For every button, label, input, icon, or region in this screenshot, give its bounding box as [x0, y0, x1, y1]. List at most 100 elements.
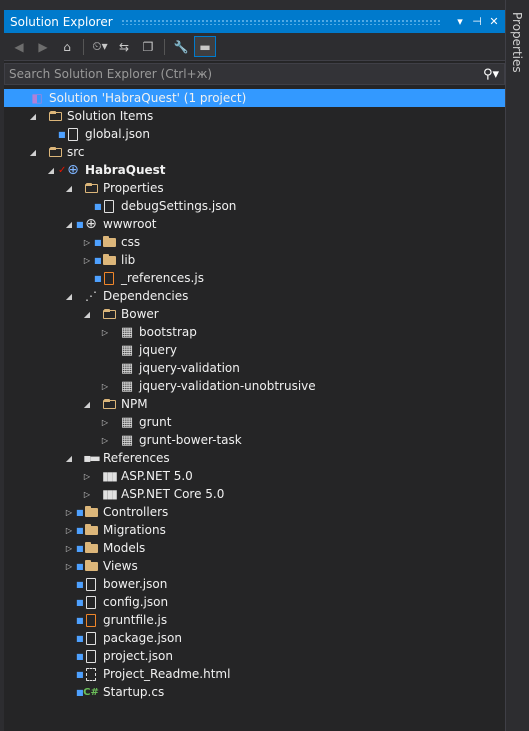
- expand-arrow-icon[interactable]: ▷: [80, 485, 94, 503]
- tree-item[interactable]: ▷ ■ Migrations: [4, 521, 505, 539]
- tree-item-label: ASP.NET Core 5.0: [121, 487, 225, 501]
- tree-item[interactable]: ■ project.json: [4, 647, 505, 665]
- tree-item[interactable]: ▷ ▦ grunt: [4, 413, 505, 431]
- tree-item[interactable]: ■ C# Startup.cs: [4, 683, 505, 701]
- panel-title: Solution Explorer: [10, 14, 113, 29]
- tree-item[interactable]: ▷ ▦ grunt-bower-task: [4, 431, 505, 449]
- collapse-arrow-icon[interactable]: ◢: [62, 287, 76, 305]
- expand-arrow-icon[interactable]: ▷: [98, 323, 112, 341]
- forward-icon[interactable]: ▶: [32, 36, 54, 57]
- expand-arrow-icon[interactable]: ▷: [62, 539, 76, 557]
- tree-item[interactable]: ▷ ▦ bootstrap: [4, 323, 505, 341]
- collapse-arrow-icon[interactable]: ◢: [80, 395, 94, 413]
- collapse-arrow-icon[interactable]: ◢: [26, 107, 40, 125]
- title-bar[interactable]: Solution Explorer ▾ ⊣ ✕: [4, 10, 505, 33]
- tree-item[interactable]: ■ global.json: [4, 125, 505, 143]
- tree-item-label: project.json: [103, 649, 173, 663]
- expand-arrow-icon[interactable]: ▷: [62, 557, 76, 575]
- tree-item[interactable]: ■ gruntfile.js: [4, 611, 505, 629]
- properties-icon[interactable]: 🔧: [170, 36, 192, 57]
- expand-arrow-icon[interactable]: ▷: [80, 251, 94, 269]
- tree-item-label: css: [121, 235, 141, 249]
- package-icon: ▦: [120, 378, 134, 394]
- collapse-arrow-icon[interactable]: ◢: [62, 449, 76, 467]
- expand-arrow-icon[interactable]: ▷: [62, 503, 76, 521]
- expand-arrow-icon[interactable]: ▷: [62, 521, 76, 539]
- tree-item[interactable]: ■ bower.json: [4, 575, 505, 593]
- source-control-lock-icon: ■: [76, 687, 84, 697]
- properties-tab[interactable]: Properties: [510, 12, 524, 73]
- tree-item[interactable]: ▷ ▦ jquery-validation-unobtrusive: [4, 377, 505, 395]
- tree-item[interactable]: ◢ ⋰ Dependencies: [4, 287, 505, 305]
- expand-arrow-icon[interactable]: ▷: [98, 413, 112, 431]
- collapse-arrow-icon[interactable]: ◢: [26, 143, 40, 161]
- preview-icon[interactable]: ▬: [194, 36, 216, 57]
- collapse-arrow-icon[interactable]: ◢: [62, 179, 76, 197]
- toolbar: ◀ ▶ ⌂ ⏲▾ ⇆ ❐ 🔧 ▬: [4, 33, 505, 61]
- tree-item[interactable]: ◢ ▪▬ References: [4, 449, 505, 467]
- assembly-icon: ▮▮▮: [102, 487, 118, 501]
- tree-item[interactable]: ◢ Bower: [4, 305, 505, 323]
- js-file-icon: [101, 270, 117, 286]
- collapse-arrow-icon[interactable]: ◢: [44, 161, 58, 179]
- tree-item[interactable]: ◢ src: [4, 143, 505, 161]
- search-input[interactable]: [5, 66, 478, 82]
- search-box: ⚲▾: [4, 63, 505, 85]
- package-icon: ▦: [120, 324, 134, 340]
- source-control-lock-icon: ■: [76, 597, 84, 607]
- file-icon: [65, 126, 81, 142]
- history-icon[interactable]: ⏲▾: [89, 36, 111, 57]
- expand-arrow-icon[interactable]: ▷: [98, 377, 112, 395]
- toolbar-separator: [164, 38, 165, 55]
- tree-item[interactable]: ■ config.json: [4, 593, 505, 611]
- tree-item-label: jquery-validation: [139, 361, 240, 375]
- folder-icon: [83, 504, 99, 520]
- tree-item[interactable]: ■ debugSettings.json: [4, 197, 505, 215]
- tree-item[interactable]: ■ Project_Readme.html: [4, 665, 505, 683]
- source-control-lock-icon: ■: [58, 129, 66, 139]
- tree-item-label: References: [103, 451, 170, 465]
- auto-hide-pin-icon[interactable]: ⊣: [470, 15, 484, 28]
- tree-item[interactable]: ◢ ■ ⊕ wwwroot: [4, 215, 505, 233]
- tree-item[interactable]: ▷ ■ Controllers: [4, 503, 505, 521]
- back-icon[interactable]: ◀: [8, 36, 30, 57]
- source-control-lock-icon: ■: [76, 525, 84, 535]
- tree-item[interactable]: ◢ NPM: [4, 395, 505, 413]
- expand-arrow-icon[interactable]: ▷: [98, 431, 112, 449]
- tree-item[interactable]: ▦ jquery-validation: [4, 359, 505, 377]
- tree-item[interactable]: ▷ ▮▮▮ ASP.NET 5.0: [4, 467, 505, 485]
- html-file-icon: [83, 666, 99, 682]
- tree-item-label: gruntfile.js: [103, 613, 168, 627]
- tree-item-label: jquery: [139, 343, 177, 357]
- tree-item[interactable]: ▷ ■ lib: [4, 251, 505, 269]
- window-position-dropdown-icon[interactable]: ▾: [453, 15, 467, 28]
- close-icon[interactable]: ✕: [487, 15, 501, 28]
- tree-item[interactable]: ▷ ■ css: [4, 233, 505, 251]
- tree-item[interactable]: ◢ ✓ ⊕ HabraQuest: [4, 161, 505, 179]
- tree-item[interactable]: ■ _references.js: [4, 269, 505, 287]
- tree-item[interactable]: ▦ jquery: [4, 341, 505, 359]
- tree-item-label: global.json: [85, 127, 150, 141]
- tree-item[interactable]: ◢ Properties: [4, 179, 505, 197]
- tree-item[interactable]: ▷ ■ Views: [4, 557, 505, 575]
- home-icon[interactable]: ⌂: [56, 36, 78, 57]
- collapse-all-icon[interactable]: ❐: [137, 36, 159, 57]
- collapse-arrow-icon[interactable]: ◢: [62, 215, 76, 233]
- tree-item[interactable]: ◧ Solution 'HabraQuest' (1 project): [4, 89, 505, 107]
- collapse-arrow-icon[interactable]: ◢: [80, 305, 94, 323]
- assembly-icon: ▮▮▮: [102, 469, 118, 483]
- expand-arrow-icon[interactable]: ▷: [80, 467, 94, 485]
- expand-arrow-icon[interactable]: ▷: [80, 233, 94, 251]
- tree-item[interactable]: ▷ ▮▮▮ ASP.NET Core 5.0: [4, 485, 505, 503]
- tree-item[interactable]: ▷ ■ Models: [4, 539, 505, 557]
- search-options-icon[interactable]: ⚲▾: [478, 67, 504, 82]
- tree-item-label: lib: [121, 253, 136, 267]
- tree-item[interactable]: ◢ Solution Items: [4, 107, 505, 125]
- tree-item[interactable]: ■ package.json: [4, 629, 505, 647]
- sync-icon[interactable]: ⇆: [113, 36, 135, 57]
